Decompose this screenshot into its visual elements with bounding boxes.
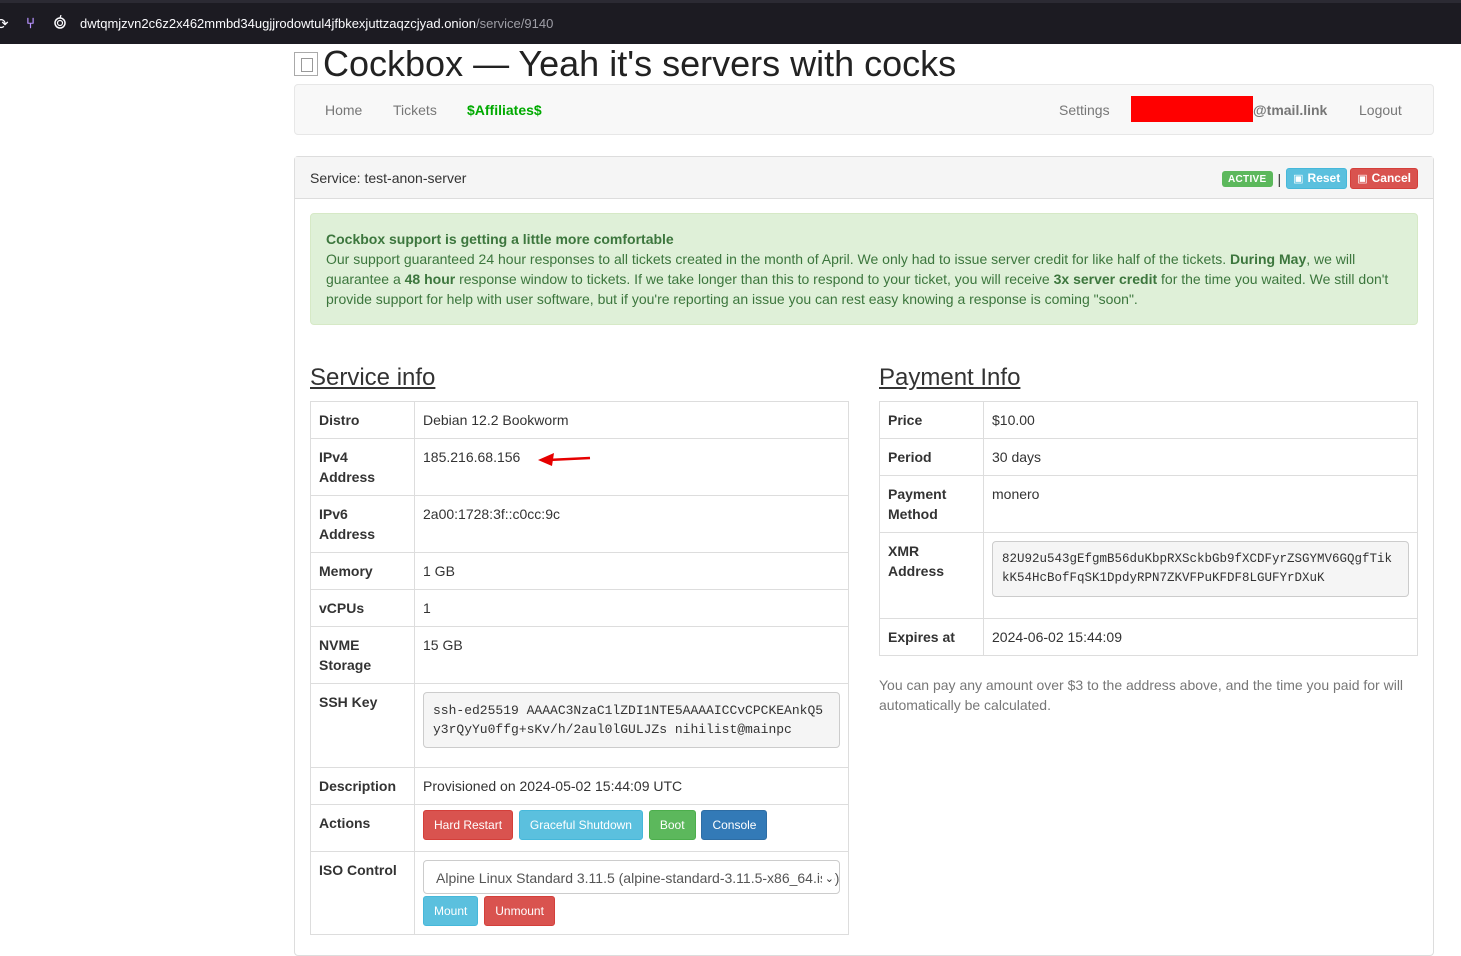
row-label: Memory (310, 552, 415, 590)
row-label: Period (879, 438, 984, 476)
iso-selected-value: Alpine Linux Standard 3.11.5 (alpine-sta… (436, 870, 840, 886)
onion-site-icon[interactable] (54, 14, 70, 32)
tor-circuit-icon[interactable]: ⑂ (26, 15, 46, 32)
redacted-email-user (1131, 96, 1253, 122)
browser-toolbar: ⟳ ⑂ dwtqmjzvn2c6z2x462mmbd34ugjjrodowtul… (0, 0, 1461, 44)
table-row: vCPUs 1 (310, 589, 849, 627)
row-value: monero (983, 475, 1418, 533)
table-row: ISO Control Alpine Linux Standard 3.11.5… (310, 851, 849, 935)
row-value: 2a00:1728:3f::c0cc:9c (414, 495, 849, 553)
nav-affiliates-link[interactable]: $Affiliates$ (467, 102, 542, 118)
nav-tickets-link[interactable]: Tickets (393, 102, 437, 118)
table-row: Actions Hard Restart Graceful Shutdown B… (310, 804, 849, 852)
reload-icon[interactable]: ⟳ (0, 15, 16, 33)
row-value: Debian 12.2 Bookworm (414, 401, 849, 439)
service-title: Service: test-anon-server (310, 170, 467, 186)
row-label: IPv6 Address (310, 495, 415, 553)
chevron-down-icon: ⌄ (821, 869, 834, 889)
graceful-shutdown-button[interactable]: Graceful Shutdown (518, 810, 643, 840)
row-label: IPv4 Address (310, 438, 415, 496)
table-row: NVME Storage 15 GB (310, 626, 849, 684)
status-badge: ACTIVE (1222, 170, 1273, 187)
service-info-heading: Service info (310, 364, 436, 391)
payment-info-heading: Payment Info (879, 364, 1021, 391)
service-panel-heading: Service: test-anon-server ACTIVE | ▣ Rese… (295, 157, 1433, 199)
table-row: Price $10.00 (879, 401, 1418, 439)
row-value: 2024-06-02 15:44:09 (983, 618, 1418, 656)
account-email-domain[interactable]: @tmail.link (1253, 102, 1327, 118)
support-announcement-alert: Cockbox support is getting a little more… (310, 213, 1418, 325)
table-row: Memory 1 GB (310, 552, 849, 590)
alert-heading: Cockbox support is getting a little more… (326, 231, 674, 247)
table-row: Payment Method monero (879, 475, 1418, 533)
mount-button[interactable]: Mount (423, 896, 479, 926)
reset-button[interactable]: ▣ Reset (1286, 168, 1348, 189)
unmount-button[interactable]: Unmount (484, 896, 555, 926)
page-title: Cockbox — Yeah it's servers with cocks (323, 43, 957, 84)
row-value: 1 (414, 589, 849, 627)
url-path: /service/9140 (476, 16, 554, 31)
top-navbar: Home Tickets $Affiliates$ Settings @tmai… (294, 84, 1434, 135)
url-host: dwtqmjzvn2c6z2x462mmbd34ugjjrodowtul4jfb… (80, 16, 476, 31)
alert-bold-text: 3x server credit (1053, 271, 1158, 287)
boot-button[interactable]: Boot (648, 810, 696, 840)
table-row: Distro Debian 12.2 Bookworm (310, 401, 849, 439)
alert-text: response window to tickets. If we take l… (455, 271, 1054, 287)
table-row: Period 30 days (879, 438, 1418, 476)
floppy-icon: ▣ (1293, 172, 1304, 185)
nav-logout-link[interactable]: Logout (1359, 102, 1402, 118)
alert-bold-text: During May (1230, 251, 1307, 267)
payment-info-table: Price $10.00 Period 30 days Payment Meth… (879, 401, 1418, 656)
annotation-arrow-icon (538, 453, 591, 466)
row-label: Distro (310, 401, 415, 439)
row-label: ISO Control (310, 851, 415, 935)
page-header: Cockbox — Yeah it's servers with cocks (294, 43, 957, 84)
payment-note: You can pay any amount over $3 to the ad… (879, 677, 1404, 713)
cancel-button[interactable]: ▣ Cancel (1350, 168, 1418, 189)
row-label: Price (879, 401, 984, 439)
table-row: XMR Address 82U92u543gEfgmB56duKbpRXSckb… (879, 532, 1418, 619)
row-value: Provisioned on 2024-05-02 15:44:09 UTC (414, 767, 849, 805)
nav-home-link[interactable]: Home (325, 102, 362, 118)
row-value: 1 GB (414, 552, 849, 590)
table-row: Description Provisioned on 2024-05-02 15… (310, 767, 849, 805)
ssh-key-code[interactable]: ssh-ed25519 AAAAC3NzaC1lZDI1NTE5AAAAICCv… (423, 692, 840, 748)
alert-text: Our support guaranteed 24 hour responses… (326, 251, 1230, 267)
alert-bold-text: 48 hour (404, 271, 456, 287)
logo-broken-image-icon (294, 52, 318, 76)
xmr-address-code[interactable]: 82U92u543gEfgmB56duKbpRXSckbGb9fXCDFyrZS… (992, 541, 1409, 597)
row-label: XMR Address (879, 532, 984, 619)
cancel-label: Cancel (1371, 171, 1411, 185)
table-row: Expires at 2024-06-02 15:44:09 (879, 618, 1418, 656)
row-label: Description (310, 767, 415, 805)
table-row: IPv6 Address 2a00:1728:3f::c0cc:9c (310, 495, 849, 553)
service-info-table: Distro Debian 12.2 Bookworm IPv4 Address… (310, 401, 849, 935)
row-label: SSH Key (310, 683, 415, 768)
nav-settings-link[interactable]: Settings (1059, 102, 1110, 118)
separator: | (1277, 170, 1282, 187)
row-label: Actions (310, 804, 415, 852)
row-label: NVME Storage (310, 626, 415, 684)
row-value: 30 days (983, 438, 1418, 476)
row-label: vCPUs (310, 589, 415, 627)
console-button[interactable]: Console (701, 810, 768, 840)
table-row: SSH Key ssh-ed25519 AAAAC3NzaC1lZDI1NTE5… (310, 683, 849, 768)
iso-select[interactable]: Alpine Linux Standard 3.11.5 (alpine-sta… (423, 860, 840, 894)
row-label: Payment Method (879, 475, 984, 533)
row-value: 15 GB (414, 626, 849, 684)
hard-restart-button[interactable]: Hard Restart (423, 810, 514, 840)
address-bar[interactable]: dwtqmjzvn2c6z2x462mmbd34ugjjrodowtul4jfb… (80, 16, 553, 31)
row-value: 185.216.68.156 (414, 438, 849, 496)
row-label: Expires at (879, 618, 984, 656)
row-value: $10.00 (983, 401, 1418, 439)
reset-label: Reset (1307, 171, 1341, 185)
floppy-icon: ▣ (1357, 172, 1368, 185)
